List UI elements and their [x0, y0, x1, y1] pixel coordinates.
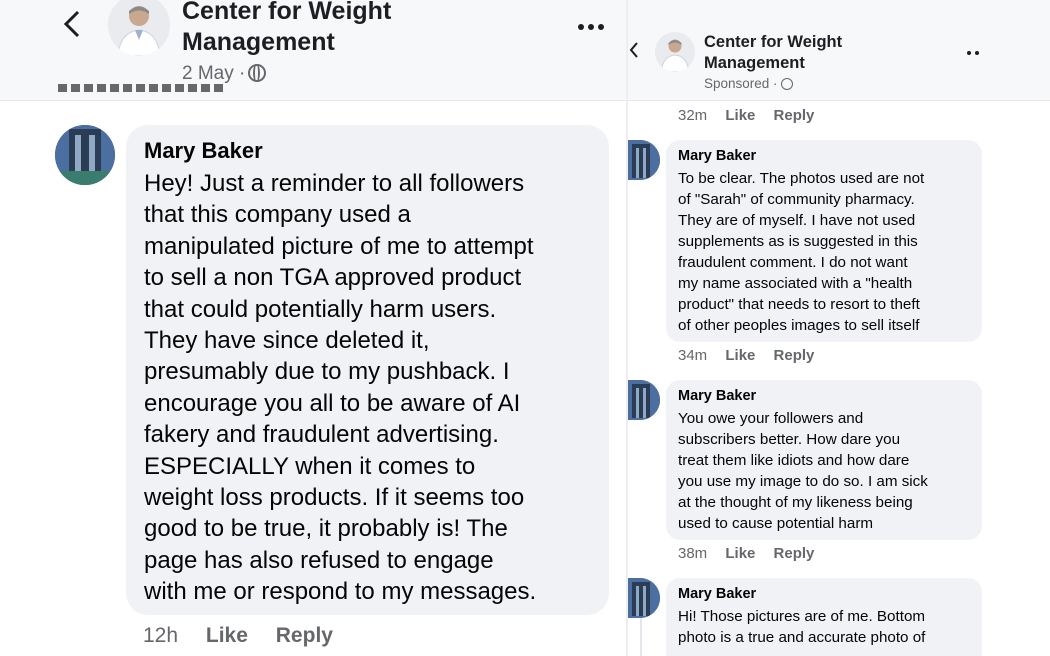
reply-button[interactable]: Reply [276, 624, 333, 647]
page-avatar[interactable] [108, 0, 170, 56]
comment-line: ESPECIALLY when it comes to [144, 452, 476, 480]
comment-time: 38m [678, 545, 708, 562]
post-date: 2 May · [182, 61, 267, 85]
comment-line: fakery and fraudulent advertising. [144, 421, 499, 449]
comment-line: weight loss products. If it seems too [144, 484, 525, 512]
comment-line: to sell a non TGA approved product [144, 264, 522, 292]
waterfall-avatar-icon [55, 125, 115, 185]
comment-line: used to cause potential harm [678, 515, 874, 532]
comment-line: To be clear. The photos used are not [678, 170, 925, 187]
reply-button[interactable]: Reply [774, 545, 815, 562]
comment-line: page has also refused to engage [144, 546, 494, 574]
page-name-line-1: Center for Weight [182, 0, 392, 25]
comment-line: photo is a true and accurate photo of [678, 629, 926, 646]
comment-line: product" that needs to resort to theft [678, 296, 920, 313]
page-avatar[interactable] [655, 32, 695, 72]
comment-line: manipulated picture of me to attempt [144, 232, 534, 260]
comment-text: You owe your followers and subscribers b… [678, 408, 928, 534]
waterfall-avatar-icon [628, 380, 660, 420]
comment-line: at the thought of my likeness being [678, 494, 913, 511]
comment-line: supplements as is suggested in this [678, 233, 918, 250]
comment-line: with me or respond to my messages. [144, 578, 537, 606]
sponsored-label: Sponsored · [704, 76, 794, 91]
comment-line: encourage you all to be aware of AI [144, 389, 521, 417]
doctor-avatar-icon [108, 0, 170, 56]
page-name[interactable]: Center for Weight Management [704, 32, 842, 74]
comment-text: Hi! Those pictures are of me. Bottom pho… [678, 606, 925, 648]
comment-line: You owe your followers and [678, 410, 864, 427]
comment-line: They have since deleted it, [144, 327, 430, 355]
reply-button[interactable]: Reply [774, 347, 815, 364]
waterfall-avatar-icon [628, 578, 660, 618]
more-options-button[interactable] [576, 8, 606, 39]
like-button[interactable]: Like [725, 545, 755, 562]
chevron-left-icon [63, 10, 80, 38]
comment-author[interactable]: Mary Baker [678, 388, 756, 404]
back-button[interactable] [628, 38, 640, 69]
comment-line: of other peoples images to sell itself [678, 317, 920, 334]
comment-line: fraudulent comment. I do not want [678, 254, 908, 271]
comment-line: Hi! Those pictures are of me. Bottom [678, 608, 926, 625]
globe-icon [248, 64, 267, 82]
globe-icon [781, 78, 794, 90]
comment-line: my name associated with a "health [678, 275, 913, 292]
reply-button[interactable]: Reply [774, 107, 815, 124]
page-name-line-2: Management [182, 28, 335, 56]
more-horizontal-icon [578, 24, 604, 30]
page-name-line-1: Center for Weight [704, 33, 843, 51]
like-button[interactable]: Like [725, 347, 755, 364]
right-screenshot: Center for Weight Management Sponsored ·… [628, 0, 1050, 656]
comment-line: of "Sarah" of community pharmacy. [678, 191, 915, 208]
comment-line: you use my image to do so. I am sick [678, 473, 928, 490]
waterfall-avatar-icon [628, 140, 660, 180]
comment-line: Hey! Just a reminder to all followers [144, 170, 525, 197]
commenter-avatar[interactable] [55, 125, 115, 185]
commenter-avatar[interactable] [628, 380, 660, 420]
comment-line: treat them like idiots and how dare [678, 452, 910, 469]
comment-actions: 38m Like Reply [678, 545, 828, 562]
comment-actions: 34m Like Reply [678, 347, 828, 364]
comment-line: presumably due to my pushback. I [144, 358, 510, 386]
post-header: Center for Weight Management Sponsored · [628, 0, 1050, 101]
comment-time: 32m [678, 107, 708, 124]
commenter-avatar[interactable] [628, 140, 660, 180]
like-button[interactable]: Like [206, 624, 248, 647]
post-date-text: 2 May · [182, 63, 246, 84]
cropped-sort-label [58, 84, 224, 92]
left-screenshot: Center for Weight Management 2 May · Mar… [0, 0, 626, 656]
comment-author[interactable]: Mary Baker [678, 586, 756, 602]
comment-line: subscribers better. How dare you [678, 431, 901, 448]
comment-text: Hey! Just a reminder to all followers th… [144, 168, 599, 608]
comment-author[interactable]: Mary Baker [144, 138, 263, 164]
chevron-left-icon [629, 42, 638, 58]
like-button[interactable]: Like [725, 107, 755, 124]
page-name-line-2: Management [704, 54, 805, 72]
doctor-avatar-icon [655, 32, 695, 72]
post-header: Center for Weight Management 2 May · [0, 0, 626, 101]
page-name[interactable]: Center for Weight Management [182, 0, 391, 58]
comment-line: that this company used a [144, 201, 411, 229]
commenter-avatar[interactable] [628, 578, 660, 618]
comment-line: good to be true, it probably is! The [144, 515, 508, 543]
comment-actions: 32m Like Reply [678, 107, 828, 124]
sponsored-text: Sponsored · [704, 76, 778, 91]
comment-text: To be clear. The photos used are not of … [678, 168, 924, 336]
more-options-button[interactable] [966, 40, 980, 61]
comment-line: that could potentially harm users. [144, 295, 497, 323]
more-horizontal-icon [967, 51, 979, 55]
comment-author[interactable]: Mary Baker [678, 148, 756, 164]
back-button[interactable] [60, 4, 84, 51]
comment-time: 34m [678, 347, 708, 364]
comment-actions: 12h Like Reply [143, 624, 355, 648]
comment-time: 12h [143, 624, 179, 647]
comment-line: They are of myself. I have not used [678, 212, 916, 229]
